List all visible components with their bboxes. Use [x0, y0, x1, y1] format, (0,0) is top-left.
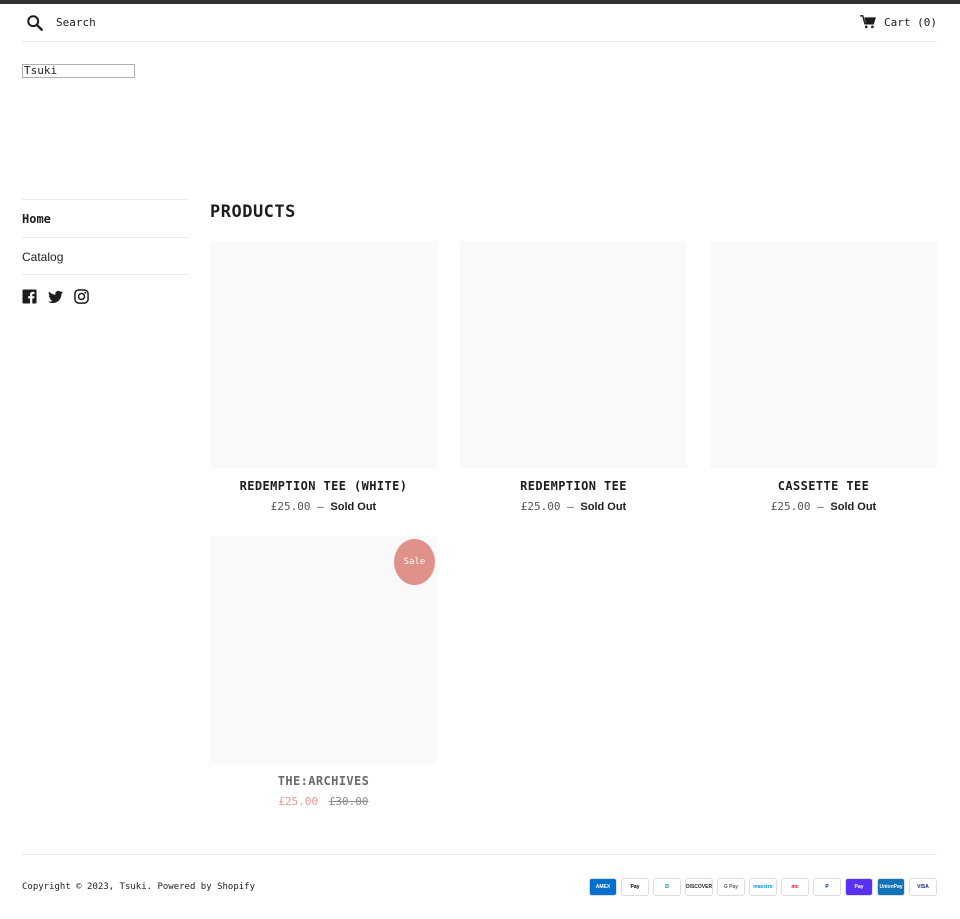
- sidebar-item-catalog[interactable]: Catalog: [22, 237, 188, 275]
- payment-icon: UnionPay: [877, 878, 905, 896]
- product-price-row: £25.00 — Sold Out: [210, 500, 437, 513]
- product-image[interactable]: [460, 241, 687, 468]
- sale-badge: Sale: [394, 539, 435, 585]
- payment-icon: AMEX: [589, 878, 617, 896]
- copyright-text: Copyright © 2023, Tsuki. Powered by Shop…: [22, 882, 255, 892]
- price-separator: —: [567, 500, 574, 513]
- product-card[interactable]: REDEMPTION TEE (WHITE) £25.00 — Sold Out: [210, 241, 437, 513]
- payment-icon: D: [653, 878, 681, 896]
- payment-icons: AMEX Pay D DISCOVER G Pay maestro mc P Pay UnionP…: [589, 878, 937, 896]
- payment-icon: P: [813, 878, 841, 896]
- product-card[interactable]: CASSETTE TEE £25.00 — Sold Out: [710, 241, 937, 513]
- sidebar-item-home[interactable]: Home: [22, 199, 188, 237]
- sold-out-label: Sold Out: [830, 501, 877, 513]
- product-name[interactable]: THE:ARCHIVES: [210, 774, 437, 788]
- site-logo[interactable]: Tsuki: [22, 64, 135, 78]
- sale-price: £25.00: [278, 795, 319, 808]
- facebook-icon[interactable]: [22, 289, 37, 304]
- product-price: £25.00: [770, 500, 811, 513]
- cart-icon: [860, 15, 876, 29]
- payment-icon: VISA: [909, 878, 937, 896]
- product-card[interactable]: REDEMPTION TEE £25.00 — Sold Out: [460, 241, 687, 513]
- price-separator: —: [817, 500, 824, 513]
- compare-price: £30.00: [328, 795, 369, 808]
- product-image[interactable]: [710, 241, 937, 468]
- payment-icon: maestro: [749, 878, 777, 896]
- page-title: PRODUCTS: [210, 202, 296, 222]
- site-header: Cart (0): [22, 4, 937, 42]
- product-price-row: £25.00 £30.00: [210, 795, 437, 808]
- product-name[interactable]: REDEMPTION TEE (WHITE): [210, 479, 437, 493]
- sidebar-nav: Home Catalog: [22, 199, 188, 304]
- cart-count: (0): [917, 15, 937, 29]
- product-price-row: £25.00 — Sold Out: [460, 500, 687, 513]
- payment-icon: G Pay: [717, 878, 745, 896]
- product-card[interactable]: Sale THE:ARCHIVES £25.00 £30.00: [210, 536, 437, 808]
- social-links: [22, 289, 188, 304]
- product-price: £25.00: [270, 500, 311, 513]
- sold-out-label: Sold Out: [330, 501, 377, 513]
- product-image[interactable]: [210, 241, 437, 468]
- product-name[interactable]: REDEMPTION TEE: [460, 479, 687, 493]
- product-name[interactable]: CASSETTE TEE: [710, 479, 937, 493]
- site-footer: Copyright © 2023, Tsuki. Powered by Shop…: [22, 854, 937, 896]
- payment-icon: Pay: [621, 878, 649, 896]
- price-separator: —: [317, 500, 324, 513]
- search-icon[interactable]: [26, 14, 44, 32]
- product-image[interactable]: Sale: [210, 536, 437, 763]
- cart-label: Cart: [884, 15, 911, 29]
- product-price-row: £25.00 — Sold Out: [710, 500, 937, 513]
- product-price: £25.00: [520, 500, 561, 513]
- instagram-icon[interactable]: [74, 289, 89, 304]
- payment-icon: Pay: [845, 878, 873, 896]
- sold-out-label: Sold Out: [580, 501, 627, 513]
- cart-link[interactable]: Cart (0): [860, 15, 937, 29]
- twitter-icon[interactable]: [48, 289, 63, 304]
- payment-icon: mc: [781, 878, 809, 896]
- payment-icon: DISCOVER: [685, 878, 713, 896]
- search-input[interactable]: [56, 11, 356, 33]
